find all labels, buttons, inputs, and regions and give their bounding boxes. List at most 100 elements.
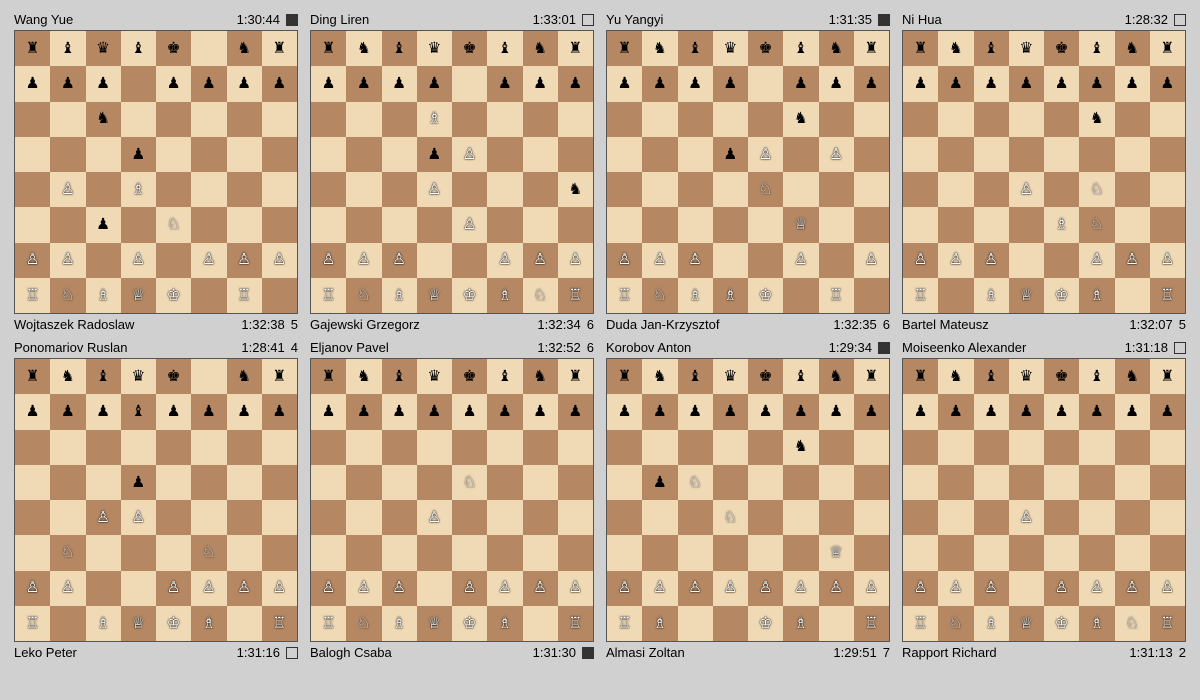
square-b1: ♘ xyxy=(50,278,85,313)
square-a4 xyxy=(15,172,50,207)
top-player-1: Wang Yue xyxy=(14,12,73,27)
game-cell-8: Moiseenko Alexander 1:31:18 ♜ ♞ ♝ ♛ ♚ ♝ … xyxy=(896,336,1192,664)
square-a2: ♙ xyxy=(15,243,50,278)
square-d1: ♕ xyxy=(121,278,156,313)
clock-icon-5b xyxy=(286,647,298,659)
time-info-1: 1:30:44 xyxy=(237,12,298,27)
chess-board-6[interactable]: ♜ ♞ ♝ ♛ ♚ ♝ ♞ ♜ ♟ ♟ ♟ ♟ ♟ ♟ ♟ ♟ xyxy=(310,358,594,642)
chess-board-8[interactable]: ♜ ♞ ♝ ♛ ♚ ♝ ♞ ♜ ♟ ♟ ♟ ♟ ♟ ♟ ♟ ♟ xyxy=(902,358,1186,642)
game-header-2: Ding Liren 1:33:01 xyxy=(310,12,594,27)
top-player-3: Yu Yangyi xyxy=(606,12,663,27)
chess-board-5[interactable]: ♜ ♞ ♝ ♛ ♚ ♞ ♜ ♟ ♟ ♟ ♝ ♟ ♟ ♟ ♟ xyxy=(14,358,298,642)
bottom-time-2: 1:32:34 xyxy=(537,317,580,332)
bottom-player-8: Rapport Richard xyxy=(902,645,997,660)
square-a8: ♜ xyxy=(15,31,50,66)
square-g1: ♖ xyxy=(227,278,262,313)
chess-board-2[interactable]: ♜ ♞ ♝ ♛ ♚ ♝ ♞ ♜ ♟ ♟ ♟ ♟ ♟ ♟ ♟ ♗ xyxy=(310,30,594,314)
square-g4 xyxy=(227,172,262,207)
square-a5 xyxy=(15,137,50,172)
move-count-top-5: 4 xyxy=(291,340,298,355)
square-c2 xyxy=(86,243,121,278)
time-info-6: 1:32:52 6 xyxy=(537,340,594,355)
game-cell-4: Ni Hua 1:28:32 ♜ ♞ ♝ ♛ ♚ ♝ ♞ ♜ ♟ ♟ ♟ ♟ ♟… xyxy=(896,8,1192,336)
square-e6 xyxy=(156,102,191,137)
game-header-3: Yu Yangyi 1:31:35 xyxy=(606,12,890,27)
square-e5 xyxy=(156,137,191,172)
square-b5 xyxy=(50,137,85,172)
square-e1: ♔ xyxy=(156,278,191,313)
bottom-time-8: 1:31:13 xyxy=(1129,645,1172,660)
move-count-7: 7 xyxy=(883,645,890,660)
square-g7: ♟ xyxy=(227,66,262,101)
square-h7: ♟ xyxy=(262,66,297,101)
square-b6 xyxy=(50,102,85,137)
top-player-8: Moiseenko Alexander xyxy=(902,340,1026,355)
square-h3 xyxy=(262,207,297,242)
top-player-4: Ni Hua xyxy=(902,12,942,27)
game-header-4: Ni Hua 1:28:32 xyxy=(902,12,1186,27)
square-b3 xyxy=(50,207,85,242)
top-time-5: 1:28:41 xyxy=(241,340,284,355)
top-time-7: 1:29:34 xyxy=(829,340,872,355)
move-count-top-6: 6 xyxy=(587,340,594,355)
square-g6 xyxy=(227,102,262,137)
square-h1 xyxy=(262,278,297,313)
top-player-5: Ponomariov Ruslan xyxy=(14,340,127,355)
top-player-6: Eljanov Pavel xyxy=(310,340,389,355)
square-c3: ♟ xyxy=(86,207,121,242)
square-b7: ♟ xyxy=(50,66,85,101)
move-count-8: 2 xyxy=(1179,645,1186,660)
bottom-player-6: Balogh Csaba xyxy=(310,645,392,660)
games-grid: Wang Yue 1:30:44 ♜ ♝ ♛ ♝ ♚ ♞ ♜ ♟ ♟ ♟ ♟ ♟… xyxy=(0,0,1200,672)
chess-board-7[interactable]: ♜ ♞ ♝ ♛ ♚ ♝ ♞ ♜ ♟ ♟ ♟ ♟ ♟ ♟ ♟ ♟ ♞ xyxy=(606,358,890,642)
square-a3 xyxy=(15,207,50,242)
top-time-4: 1:28:32 xyxy=(1125,12,1168,27)
game-footer-8: Rapport Richard 1:31:13 2 xyxy=(902,645,1186,660)
bottom-time-1: 1:32:38 xyxy=(241,317,284,332)
clock-icon-4 xyxy=(1174,14,1186,26)
square-g5 xyxy=(227,137,262,172)
footer-right-2: 1:32:34 6 xyxy=(537,317,594,332)
footer-right-5: 1:31:16 xyxy=(237,645,298,660)
bottom-player-1: Wojtaszek Radoslaw xyxy=(14,317,134,332)
chess-board-4[interactable]: ♜ ♞ ♝ ♛ ♚ ♝ ♞ ♜ ♟ ♟ ♟ ♟ ♟ ♟ ♟ ♟ ♞ xyxy=(902,30,1186,314)
game-header-5: Ponomariov Ruslan 1:28:41 4 xyxy=(14,340,298,355)
game-footer-3: Duda Jan-Krzysztof 1:32:35 6 xyxy=(606,317,890,332)
square-a1: ♖ xyxy=(15,278,50,313)
square-b2: ♙ xyxy=(50,243,85,278)
game-cell-6: Eljanov Pavel 1:32:52 6 ♜ ♞ ♝ ♛ ♚ ♝ ♞ ♜ … xyxy=(304,336,600,664)
game-footer-1: Wojtaszek Radoslaw 1:32:38 5 xyxy=(14,317,298,332)
square-f1 xyxy=(191,278,226,313)
square-c5 xyxy=(86,137,121,172)
chess-board-1[interactable]: ♜ ♝ ♛ ♝ ♚ ♞ ♜ ♟ ♟ ♟ ♟ ♟ ♟ ♟ ♞ xyxy=(14,30,298,314)
footer-right-7: 1:29:51 7 xyxy=(833,645,890,660)
square-f6 xyxy=(191,102,226,137)
square-a7: ♟ xyxy=(15,66,50,101)
game-header-6: Eljanov Pavel 1:32:52 6 xyxy=(310,340,594,355)
top-time-6: 1:32:52 xyxy=(537,340,580,355)
top-time-3: 1:31:35 xyxy=(829,12,872,27)
game-header-7: Korobov Anton 1:29:34 xyxy=(606,340,890,355)
game-header-8: Moiseenko Alexander 1:31:18 xyxy=(902,340,1186,355)
game-footer-2: Gajewski Grzegorz 1:32:34 6 xyxy=(310,317,594,332)
footer-right-6: 1:31:30 xyxy=(533,645,594,660)
square-a6 xyxy=(15,102,50,137)
footer-right-3: 1:32:35 6 xyxy=(833,317,890,332)
square-e2 xyxy=(156,243,191,278)
time-info-4: 1:28:32 xyxy=(1125,12,1186,27)
square-d8: ♝ xyxy=(121,31,156,66)
square-b8: ♝ xyxy=(50,31,85,66)
square-d3 xyxy=(121,207,156,242)
square-g8: ♞ xyxy=(227,31,262,66)
clock-icon-6b xyxy=(582,647,594,659)
bottom-time-5: 1:31:16 xyxy=(237,645,280,660)
game-footer-5: Leko Peter 1:31:16 xyxy=(14,645,298,660)
square-f8 xyxy=(191,31,226,66)
chess-board-3[interactable]: ♜ ♞ ♝ ♛ ♚ ♝ ♞ ♜ ♟ ♟ ♟ ♟ ♟ ♟ ♟ ♞ xyxy=(606,30,890,314)
clock-icon-3 xyxy=(878,14,890,26)
move-count-3: 6 xyxy=(883,317,890,332)
game-header-1: Wang Yue 1:30:44 xyxy=(14,12,298,27)
game-footer-6: Balogh Csaba 1:31:30 xyxy=(310,645,594,660)
square-e4 xyxy=(156,172,191,207)
move-count-1: 5 xyxy=(291,317,298,332)
